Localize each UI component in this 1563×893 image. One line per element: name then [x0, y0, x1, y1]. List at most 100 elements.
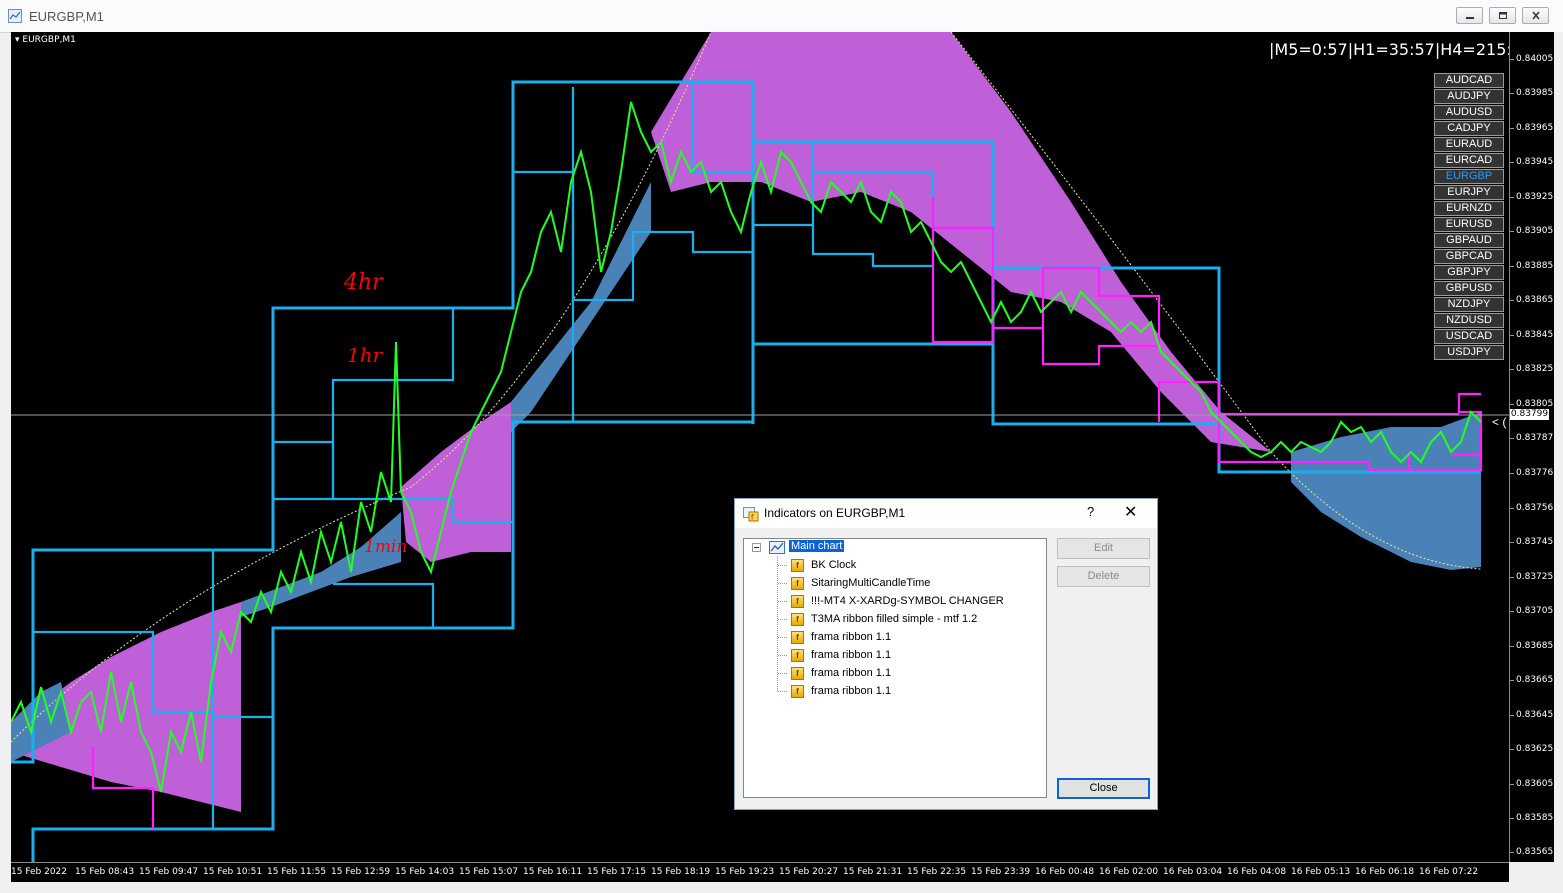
time-label: 15 Feb 2022: [11, 867, 68, 877]
symbol-button-cadjpy[interactable]: CADJPY: [1434, 121, 1504, 136]
time-label: 16 Feb 07:22: [1419, 867, 1479, 877]
price-label: 0.83756: [1516, 503, 1554, 513]
price-label: 0.83776: [1516, 468, 1554, 478]
dialog-title: Indicators on EURGBP,M1: [764, 506, 906, 520]
price-label: 0.83965: [1516, 123, 1554, 133]
price-label: 0.83585: [1516, 813, 1554, 823]
time-label: 16 Feb 06:18: [1355, 867, 1415, 877]
symbol-button-eurjpy[interactable]: EURJPY: [1434, 185, 1504, 200]
minimize-button[interactable]: [1456, 7, 1483, 24]
indicator-item[interactable]: T3MA ribbon filled simple - mtf 1.2: [811, 613, 977, 625]
indicator-item[interactable]: frama ribbon 1.1: [811, 685, 891, 697]
price-label: 0.83685: [1516, 641, 1554, 651]
chart-symbol-text: EURGBP,M1: [22, 35, 76, 45]
time-label: 15 Feb 23:39: [971, 867, 1031, 877]
indicator-item[interactable]: frama ribbon 1.1: [811, 649, 891, 661]
time-axis[interactable]: 15 Feb 2022 15 Feb 08:43 15 Feb 09:47 15…: [11, 862, 1509, 883]
symbol-button-eurgbp[interactable]: EURGBP: [1434, 169, 1504, 184]
price-label: 0.83865: [1516, 295, 1554, 305]
ribbon-fill-down-3: [1291, 412, 1481, 570]
annotation-1hr: 1hr: [347, 343, 383, 367]
chart-window-icon: [8, 9, 22, 23]
indicator-icon: f: [791, 577, 804, 590]
indicator-icon: f: [791, 667, 804, 680]
symbol-button-gbpcad[interactable]: GBPCAD: [1434, 249, 1504, 264]
time-label: 15 Feb 16:11: [523, 867, 583, 877]
symbol-button-audjpy[interactable]: AUDJPY: [1434, 89, 1504, 104]
time-label: 15 Feb 10:51: [203, 867, 263, 877]
annotation-1min: 1min: [364, 537, 408, 557]
price-label: 0.83985: [1516, 88, 1554, 98]
symbol-button-audusd[interactable]: AUDUSD: [1434, 105, 1504, 120]
delete-button[interactable]: Delete: [1057, 566, 1150, 587]
price-label: 0.83885: [1516, 261, 1554, 271]
dialog-body: Main chart f BK Clock f SitaringMultiCan…: [735, 528, 1157, 809]
help-button[interactable]: ?: [1087, 504, 1094, 519]
time-label: 15 Feb 21:31: [843, 867, 903, 877]
symbol-button-usdcad[interactable]: USDCAD: [1434, 329, 1504, 344]
time-label: 15 Feb 17:15: [587, 867, 647, 877]
indicator-item[interactable]: frama ribbon 1.1: [811, 631, 891, 643]
time-label: 15 Feb 15:07: [459, 867, 519, 877]
indicator-icon: f: [791, 559, 804, 572]
symbol-button-nzdusd[interactable]: NZDUSD: [1434, 313, 1504, 328]
time-label: 16 Feb 04:08: [1227, 867, 1287, 877]
indicator-icon: f: [791, 649, 804, 662]
time-label: 15 Feb 18:19: [651, 867, 711, 877]
window-frame-bottom: [0, 882, 1563, 893]
indicator-item[interactable]: frama ribbon 1.1: [811, 667, 891, 679]
symbol-button-eurcad[interactable]: EURCAD: [1434, 153, 1504, 168]
indicator-icon: f: [791, 595, 804, 608]
indicator-item[interactable]: BK Clock: [811, 559, 856, 571]
price-label: 0.83787: [1516, 433, 1554, 443]
chart-shift-marker: < (: [1492, 415, 1507, 429]
price-label: 0.83665: [1516, 675, 1554, 685]
indicator-icon: f: [791, 685, 804, 698]
time-label: 15 Feb 14:03: [395, 867, 455, 877]
price-label: 0.84005: [1516, 54, 1554, 64]
time-label: 16 Feb 00:48: [1035, 867, 1095, 877]
candle-timer: |M5=0:57|H1=35:57|H4=215:57: [1269, 40, 1533, 59]
price-label: 0.83705: [1516, 606, 1554, 616]
close-window-button[interactable]: [1522, 7, 1549, 24]
price-label: 0.83625: [1516, 744, 1554, 754]
dialog-close-x-button[interactable]: ✕: [1124, 502, 1137, 522]
indicator-item[interactable]: !!!-MT4 X-XARDg-SYMBOL CHANGER: [811, 595, 1004, 607]
symbol-button-eurusd[interactable]: EURUSD: [1434, 217, 1504, 232]
current-price-label: 0.83799: [1510, 409, 1549, 420]
time-label: 15 Feb 20:27: [779, 867, 839, 877]
price-axis[interactable]: 0.84005 0.83985 0.83965 0.83945 0.83925 …: [1509, 32, 1555, 862]
symbol-button-gbpjpy[interactable]: GBPJPY: [1434, 265, 1504, 280]
edit-button[interactable]: Edit: [1057, 538, 1150, 559]
restore-button[interactable]: [1489, 7, 1516, 24]
symbol-button-nzdjpy[interactable]: NZDJPY: [1434, 297, 1504, 312]
indicators-dialog-icon: f: [743, 507, 759, 522]
window-title: EURGBP,M1: [29, 9, 104, 24]
indicator-icon: f: [791, 631, 804, 644]
time-label: 15 Feb 08:43: [75, 867, 135, 877]
main-chart-icon: [769, 541, 785, 554]
time-label: 15 Feb 12:59: [331, 867, 391, 877]
minimize-icon: [1466, 17, 1474, 19]
chart-symbol-label[interactable]: ▾ EURGBP,M1: [15, 35, 76, 45]
time-label: 15 Feb 11:55: [267, 867, 327, 877]
indicators-dialog: f Indicators on EURGBP,M1 ? ✕ Main chart…: [734, 498, 1158, 810]
time-label: 16 Feb 03:04: [1163, 867, 1223, 877]
ribbon-fill-down-2: [511, 182, 651, 432]
symbol-button-gbpaud[interactable]: GBPAUD: [1434, 233, 1504, 248]
symbol-button-audcad[interactable]: AUDCAD: [1434, 73, 1504, 88]
price-label: 0.83605: [1516, 779, 1554, 789]
price-label: 0.83945: [1516, 157, 1554, 167]
price-label: 0.83745: [1516, 537, 1554, 547]
restore-icon: [1499, 12, 1507, 19]
symbol-button-gbpusd[interactable]: GBPUSD: [1434, 281, 1504, 296]
tree-item-main-chart[interactable]: Main chart: [789, 540, 845, 552]
symbol-button-eurnzd[interactable]: EURNZD: [1434, 201, 1504, 216]
indicator-item[interactable]: SitaringMultiCandleTime: [811, 577, 930, 589]
price-label: 0.83845: [1516, 330, 1554, 340]
close-button[interactable]: Close: [1057, 778, 1150, 799]
indicators-tree[interactable]: Main chart f BK Clock f SitaringMultiCan…: [743, 538, 1047, 798]
symbol-button-usdjpy[interactable]: USDJPY: [1434, 345, 1504, 360]
symbol-button-euraud[interactable]: EURAUD: [1434, 137, 1504, 152]
time-label: 15 Feb 19:23: [715, 867, 775, 877]
